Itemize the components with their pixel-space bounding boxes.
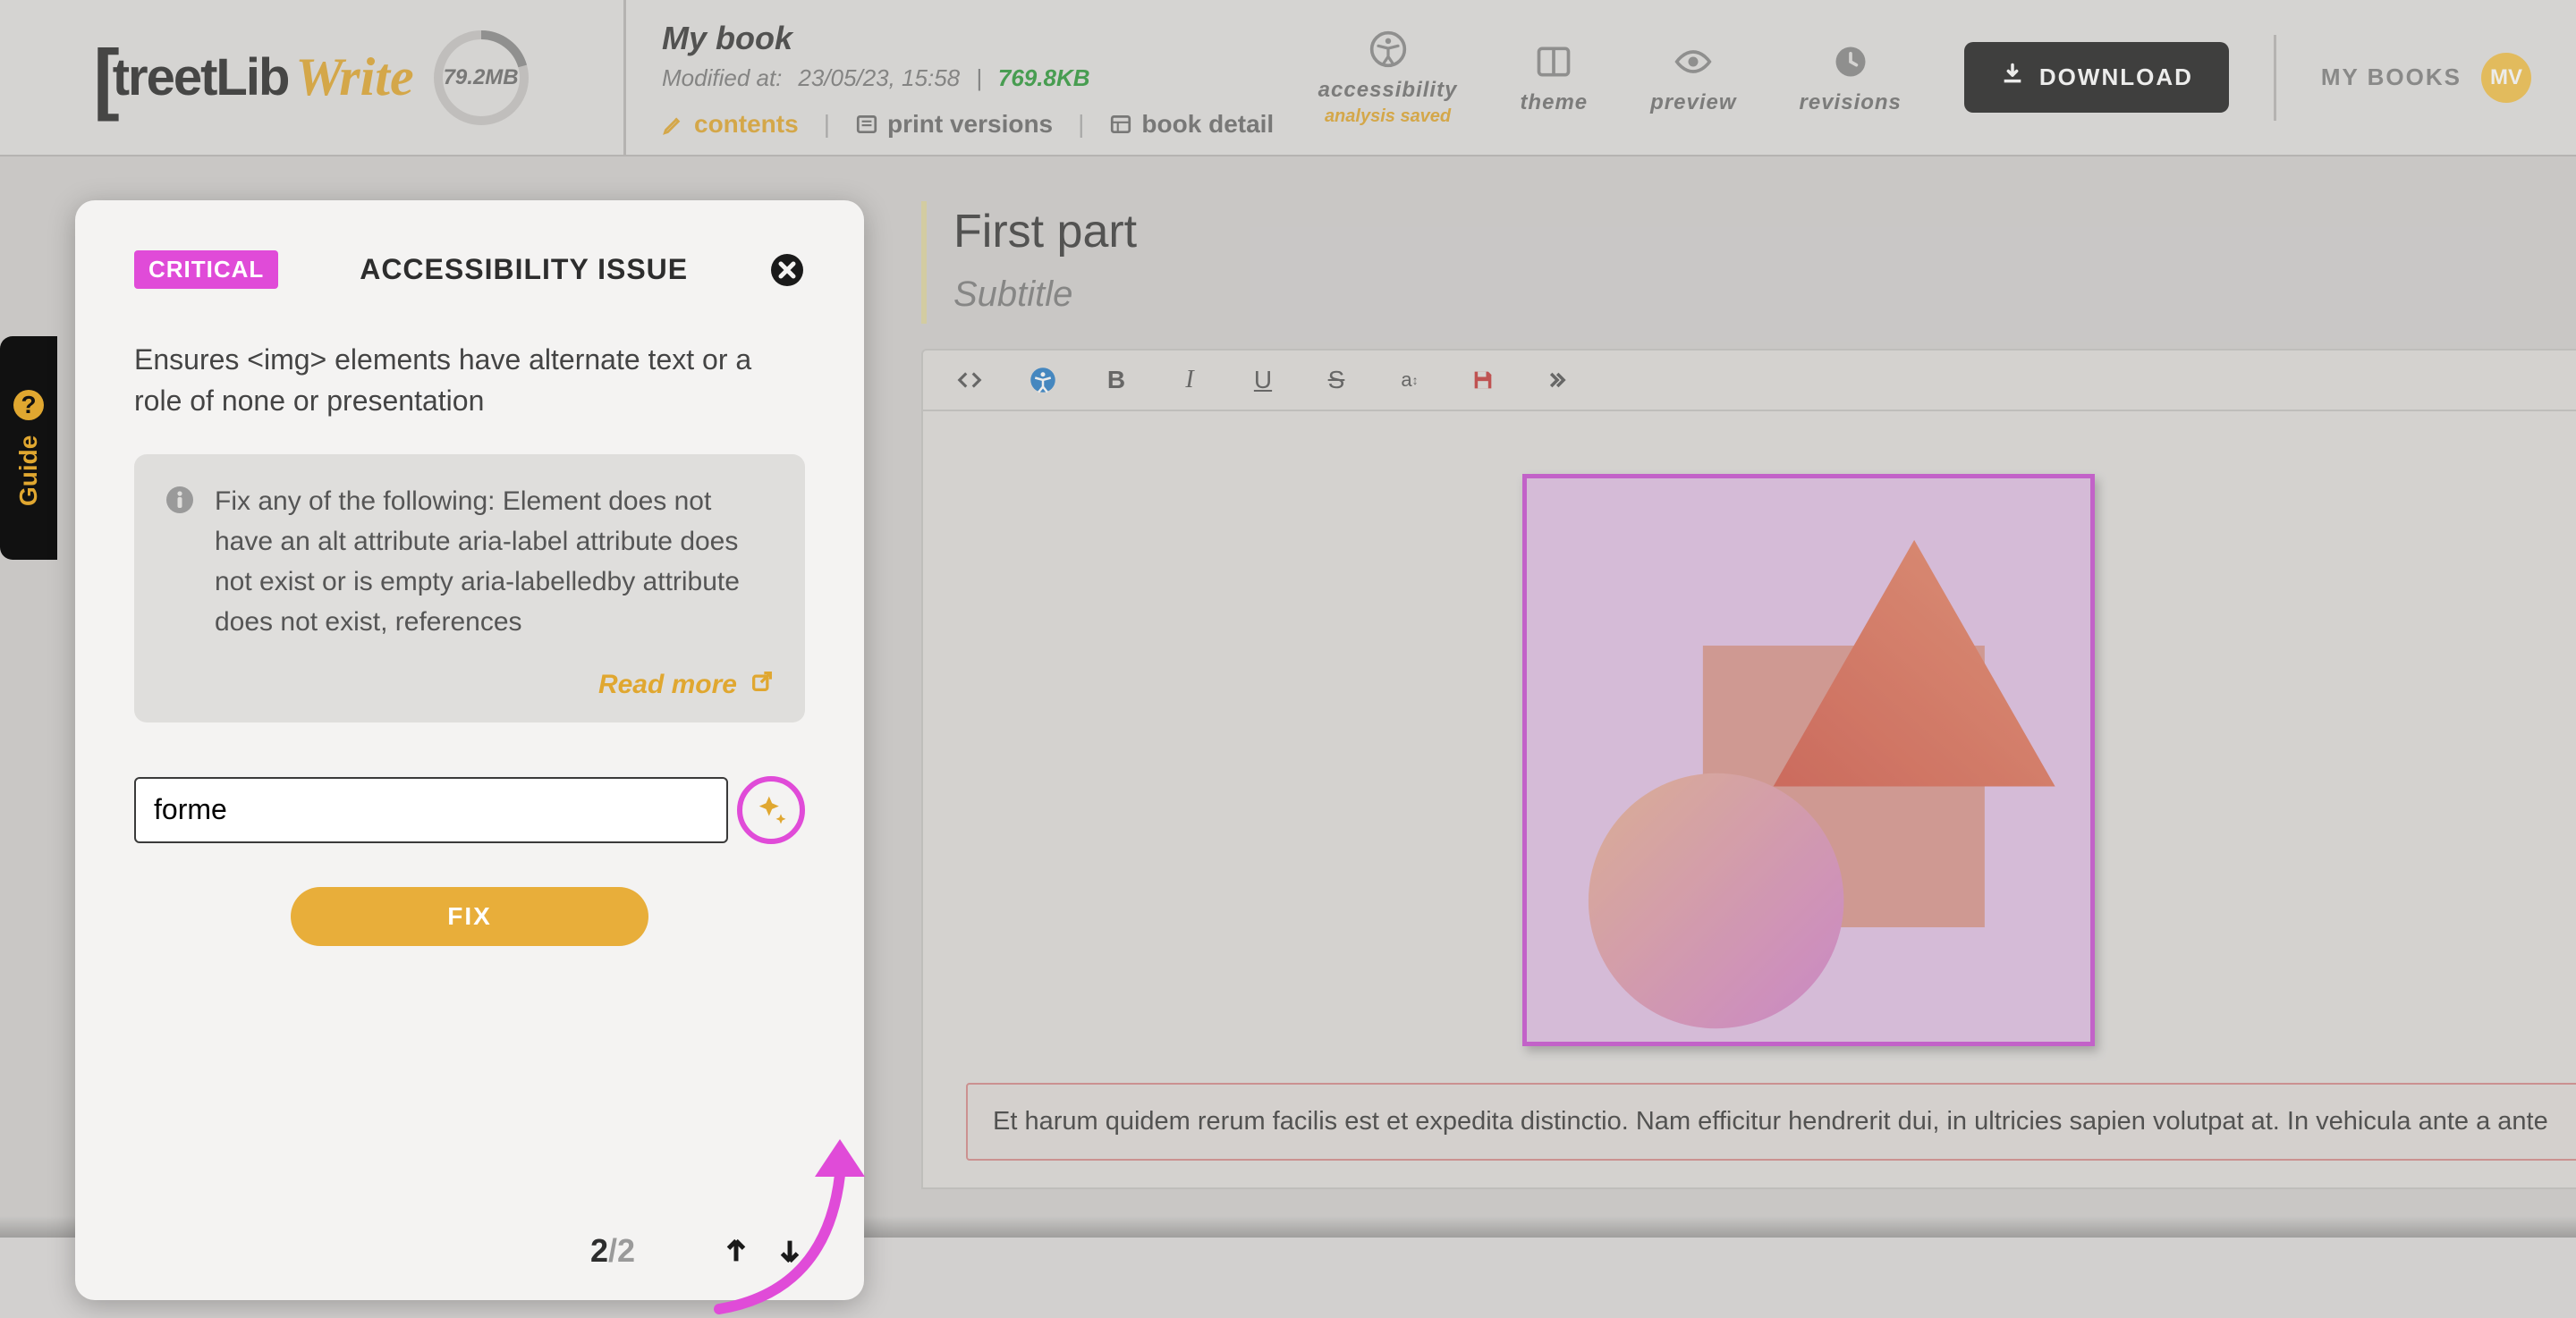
- part-subtitle[interactable]: Subtitle: [953, 275, 2576, 315]
- severity-badge: CRITICAL: [134, 250, 278, 289]
- download-button[interactable]: DOWNLOAD: [1964, 42, 2229, 113]
- action-revisions[interactable]: revisions: [1800, 40, 1902, 115]
- body-paragraph[interactable]: Et harum quidem rerum facilis est et exp…: [966, 1083, 2576, 1162]
- read-more-link[interactable]: Read more: [165, 669, 775, 701]
- modified-date: 23/05/23, 15:58: [798, 64, 960, 92]
- tab-contents-label: contents: [694, 110, 799, 139]
- tb-accessibility-icon[interactable]: [1027, 364, 1059, 396]
- hint-arrow-icon: [701, 1112, 880, 1318]
- clock-icon: [1829, 40, 1872, 83]
- action-accessibility[interactable]: accessibility analysis saved: [1318, 28, 1458, 127]
- ai-suggest-button[interactable]: [737, 776, 805, 844]
- brand-box: [treetLib Write 79.2MB: [0, 0, 626, 155]
- book-size: 769.8KB: [998, 64, 1090, 92]
- help-icon: ?: [13, 390, 44, 420]
- avatar[interactable]: MV: [2481, 53, 2531, 103]
- book-meta: My book Modified at: 23/05/23, 15:58 | 7…: [626, 0, 1318, 155]
- alt-text-input[interactable]: [134, 777, 728, 843]
- page-current: 2: [590, 1232, 608, 1269]
- read-more-label: Read more: [598, 670, 737, 700]
- guide-label: Guide: [14, 435, 43, 505]
- tb-bold[interactable]: B: [1100, 364, 1132, 396]
- accessibility-icon: [1367, 28, 1410, 71]
- action-preview-label: preview: [1650, 90, 1736, 115]
- storage-gauge-text: 79.2MB: [432, 29, 530, 127]
- part-block: First part Subtitle: [921, 201, 2576, 324]
- tb-fontsize[interactable]: a↕: [1394, 364, 1426, 396]
- download-label: DOWNLOAD: [2039, 63, 2193, 91]
- grid-icon: [1109, 113, 1132, 136]
- panel-footer: 2/2: [134, 1232, 805, 1270]
- tab-print[interactable]: print versions: [855, 110, 1053, 139]
- tb-save-icon[interactable]: [1467, 364, 1499, 396]
- external-link-icon: [750, 669, 775, 701]
- separator: |: [824, 110, 830, 139]
- editor-toolbar: B I U S a↕: [921, 349, 2576, 411]
- panel-title: ACCESSIBILITY ISSUE: [309, 253, 739, 286]
- fix-info-box: Fix any of the following: Element does n…: [134, 454, 805, 722]
- book-title: My book: [662, 20, 1283, 57]
- tb-italic[interactable]: I: [1174, 364, 1206, 396]
- tab-detail-label: book detail: [1141, 110, 1274, 139]
- separator: |: [976, 64, 982, 92]
- tb-underline[interactable]: U: [1247, 364, 1279, 396]
- panel-description: Ensures <img> elements have alternate te…: [134, 339, 805, 422]
- edit-icon: [662, 113, 685, 136]
- close-icon[interactable]: [769, 252, 805, 288]
- tab-contents[interactable]: contents: [662, 110, 799, 139]
- tb-more-icon[interactable]: [1540, 364, 1572, 396]
- fix-info-text: Fix any of the following: Element does n…: [215, 481, 775, 642]
- info-icon: [165, 485, 195, 515]
- selected-image[interactable]: [1522, 474, 2095, 1046]
- action-accessibility-sub: analysis saved: [1325, 106, 1451, 127]
- action-theme[interactable]: theme: [1520, 40, 1588, 115]
- book-tabs: contents | print versions | book detail: [662, 110, 1283, 139]
- part-title[interactable]: First part: [953, 205, 2576, 258]
- action-preview[interactable]: preview: [1650, 40, 1736, 115]
- modified-label: Modified at:: [662, 64, 782, 92]
- editor-canvas[interactable]: Et harum quidem rerum facilis est et exp…: [921, 411, 2576, 1189]
- action-revisions-label: revisions: [1800, 90, 1902, 115]
- prev-issue-button[interactable]: [721, 1236, 751, 1266]
- list-icon: [855, 113, 878, 136]
- fix-button[interactable]: FIX: [291, 887, 648, 946]
- separator: |: [1078, 110, 1084, 139]
- user-area: MY BOOKS MV: [2274, 35, 2576, 121]
- editor: First part Subtitle B I U S a↕ Et harum: [921, 201, 2576, 1189]
- download-icon: [2000, 62, 2025, 93]
- guide-tab[interactable]: Guide ?: [0, 336, 57, 560]
- tab-print-label: print versions: [887, 110, 1053, 139]
- brand-logo[interactable]: [treetLib Write: [93, 46, 413, 108]
- book-subline: Modified at: 23/05/23, 15:58 | 769.8KB: [662, 64, 1283, 92]
- tab-detail[interactable]: book detail: [1109, 110, 1274, 139]
- panel-header: CRITICAL ACCESSIBILITY ISSUE: [134, 250, 805, 289]
- theme-icon: [1532, 40, 1575, 83]
- brand-write: Write: [295, 46, 413, 108]
- eye-icon: [1672, 40, 1715, 83]
- page-total: /2: [608, 1232, 635, 1269]
- alt-input-row: [134, 776, 805, 844]
- next-issue-button[interactable]: [775, 1236, 805, 1266]
- tb-strike[interactable]: S: [1320, 364, 1352, 396]
- accessibility-issue-panel: CRITICAL ACCESSIBILITY ISSUE Ensures <im…: [75, 200, 864, 1300]
- tb-code-icon[interactable]: [953, 364, 986, 396]
- action-accessibility-label: accessibility: [1318, 78, 1458, 103]
- my-books-link[interactable]: MY BOOKS: [2321, 63, 2462, 91]
- pager: 2/2: [134, 1232, 635, 1270]
- brand-mark: [treetLib: [93, 47, 288, 107]
- storage-gauge: 79.2MB: [432, 29, 530, 127]
- action-theme-label: theme: [1520, 90, 1588, 115]
- top-actions: accessibility analysis saved theme previ…: [1318, 0, 2274, 155]
